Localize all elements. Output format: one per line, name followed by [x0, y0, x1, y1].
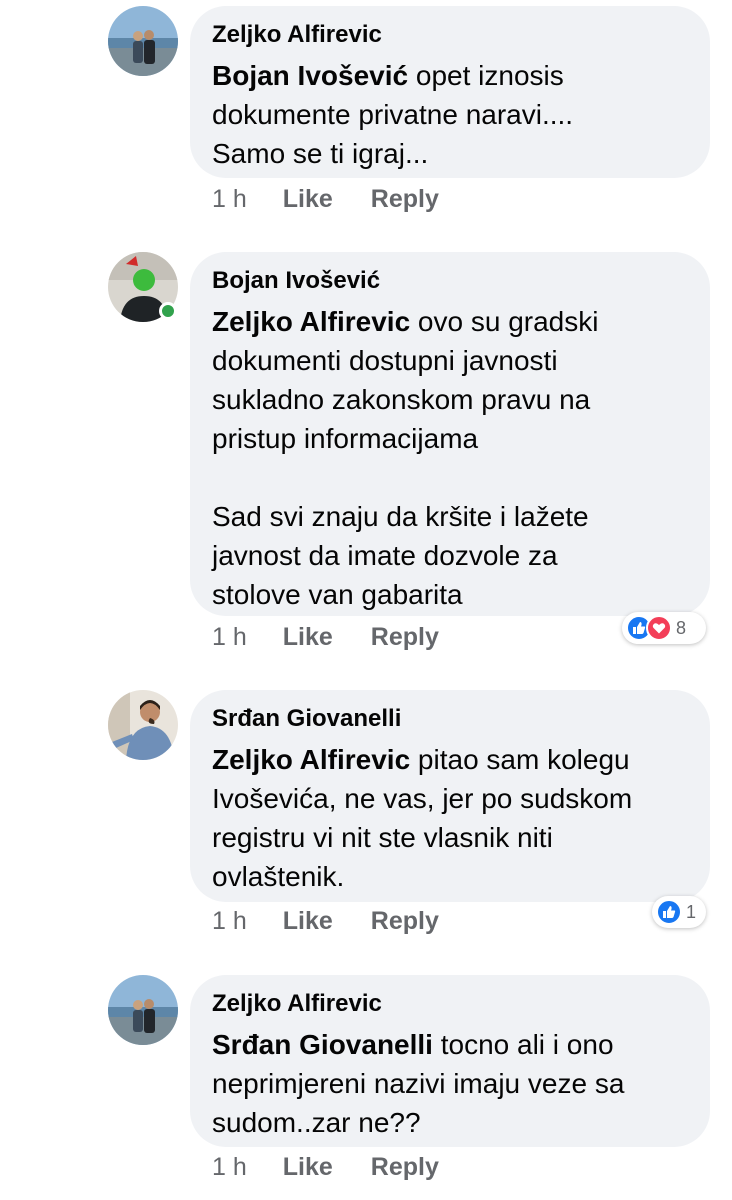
timestamp[interactable]: 1 h	[212, 1153, 247, 1182]
reply-button[interactable]: Reply	[371, 1153, 439, 1182]
comment-author[interactable]: Zeljko Alfirevic	[212, 989, 688, 1019]
comment-author[interactable]: Zeljko Alfirevic	[212, 20, 688, 50]
timestamp[interactable]: 1 h	[212, 185, 247, 214]
avatar[interactable]	[108, 975, 178, 1045]
reaction-count: 8	[676, 617, 687, 638]
reply-button[interactable]: Reply	[371, 623, 439, 652]
avatar[interactable]	[108, 6, 178, 76]
thumbs-up-icon	[656, 899, 682, 925]
reply-button[interactable]: Reply	[371, 185, 439, 214]
mention[interactable]: Zeljko Alfirevic	[212, 306, 410, 337]
comment-bubble: Bojan Ivošević Zeljko Alfirevic ovo su g…	[190, 252, 710, 616]
reaction-count: 1	[686, 901, 697, 922]
like-button[interactable]: Like	[283, 1153, 333, 1182]
reaction-summary[interactable]: 8	[622, 612, 706, 644]
timestamp[interactable]: 1 h	[212, 623, 247, 652]
comment-author[interactable]: Bojan Ivošević	[212, 266, 688, 296]
comment-body: ovo su gradski dokumenti dostupni javnos…	[212, 306, 599, 610]
heart-icon	[646, 615, 672, 641]
comment-bubble: Zeljko Alfirevic Srđan Giovanelli tocno …	[190, 975, 710, 1147]
online-status-indicator	[159, 302, 177, 320]
comment-bubble: Zeljko Alfirevic Bojan Ivošević opet izn…	[190, 6, 710, 178]
comment-text: Zeljko Alfirevic ovo su gradski dokument…	[212, 302, 688, 614]
reply-button[interactable]: Reply	[371, 907, 439, 936]
like-button[interactable]: Like	[283, 623, 333, 652]
comment-actions: 1 h Like Reply	[212, 622, 439, 652]
comment-actions: 1 h Like Reply	[212, 1152, 439, 1182]
reaction-summary[interactable]: 1	[652, 896, 706, 928]
comment-text: Bojan Ivošević opet iznosis dokumente pr…	[212, 56, 688, 173]
avatar[interactable]	[108, 690, 178, 760]
comment-actions: 1 h Like Reply	[212, 906, 439, 936]
comment-author[interactable]: Srđan Giovanelli	[212, 704, 688, 734]
comment-text: Srđan Giovanelli tocno ali i ono neprimj…	[212, 1025, 688, 1142]
mention[interactable]: Zeljko Alfirevic	[212, 744, 410, 775]
comment-text: Zeljko Alfirevic pitao sam kolegu Ivošev…	[212, 740, 688, 896]
timestamp[interactable]: 1 h	[212, 907, 247, 936]
comment-actions: 1 h Like Reply	[212, 184, 439, 214]
mention[interactable]: Srđan Giovanelli	[212, 1029, 433, 1060]
comment-bubble: Srđan Giovanelli Zeljko Alfirevic pitao …	[190, 690, 710, 902]
like-button[interactable]: Like	[283, 907, 333, 936]
mention[interactable]: Bojan Ivošević	[212, 60, 408, 91]
like-button[interactable]: Like	[283, 185, 333, 214]
